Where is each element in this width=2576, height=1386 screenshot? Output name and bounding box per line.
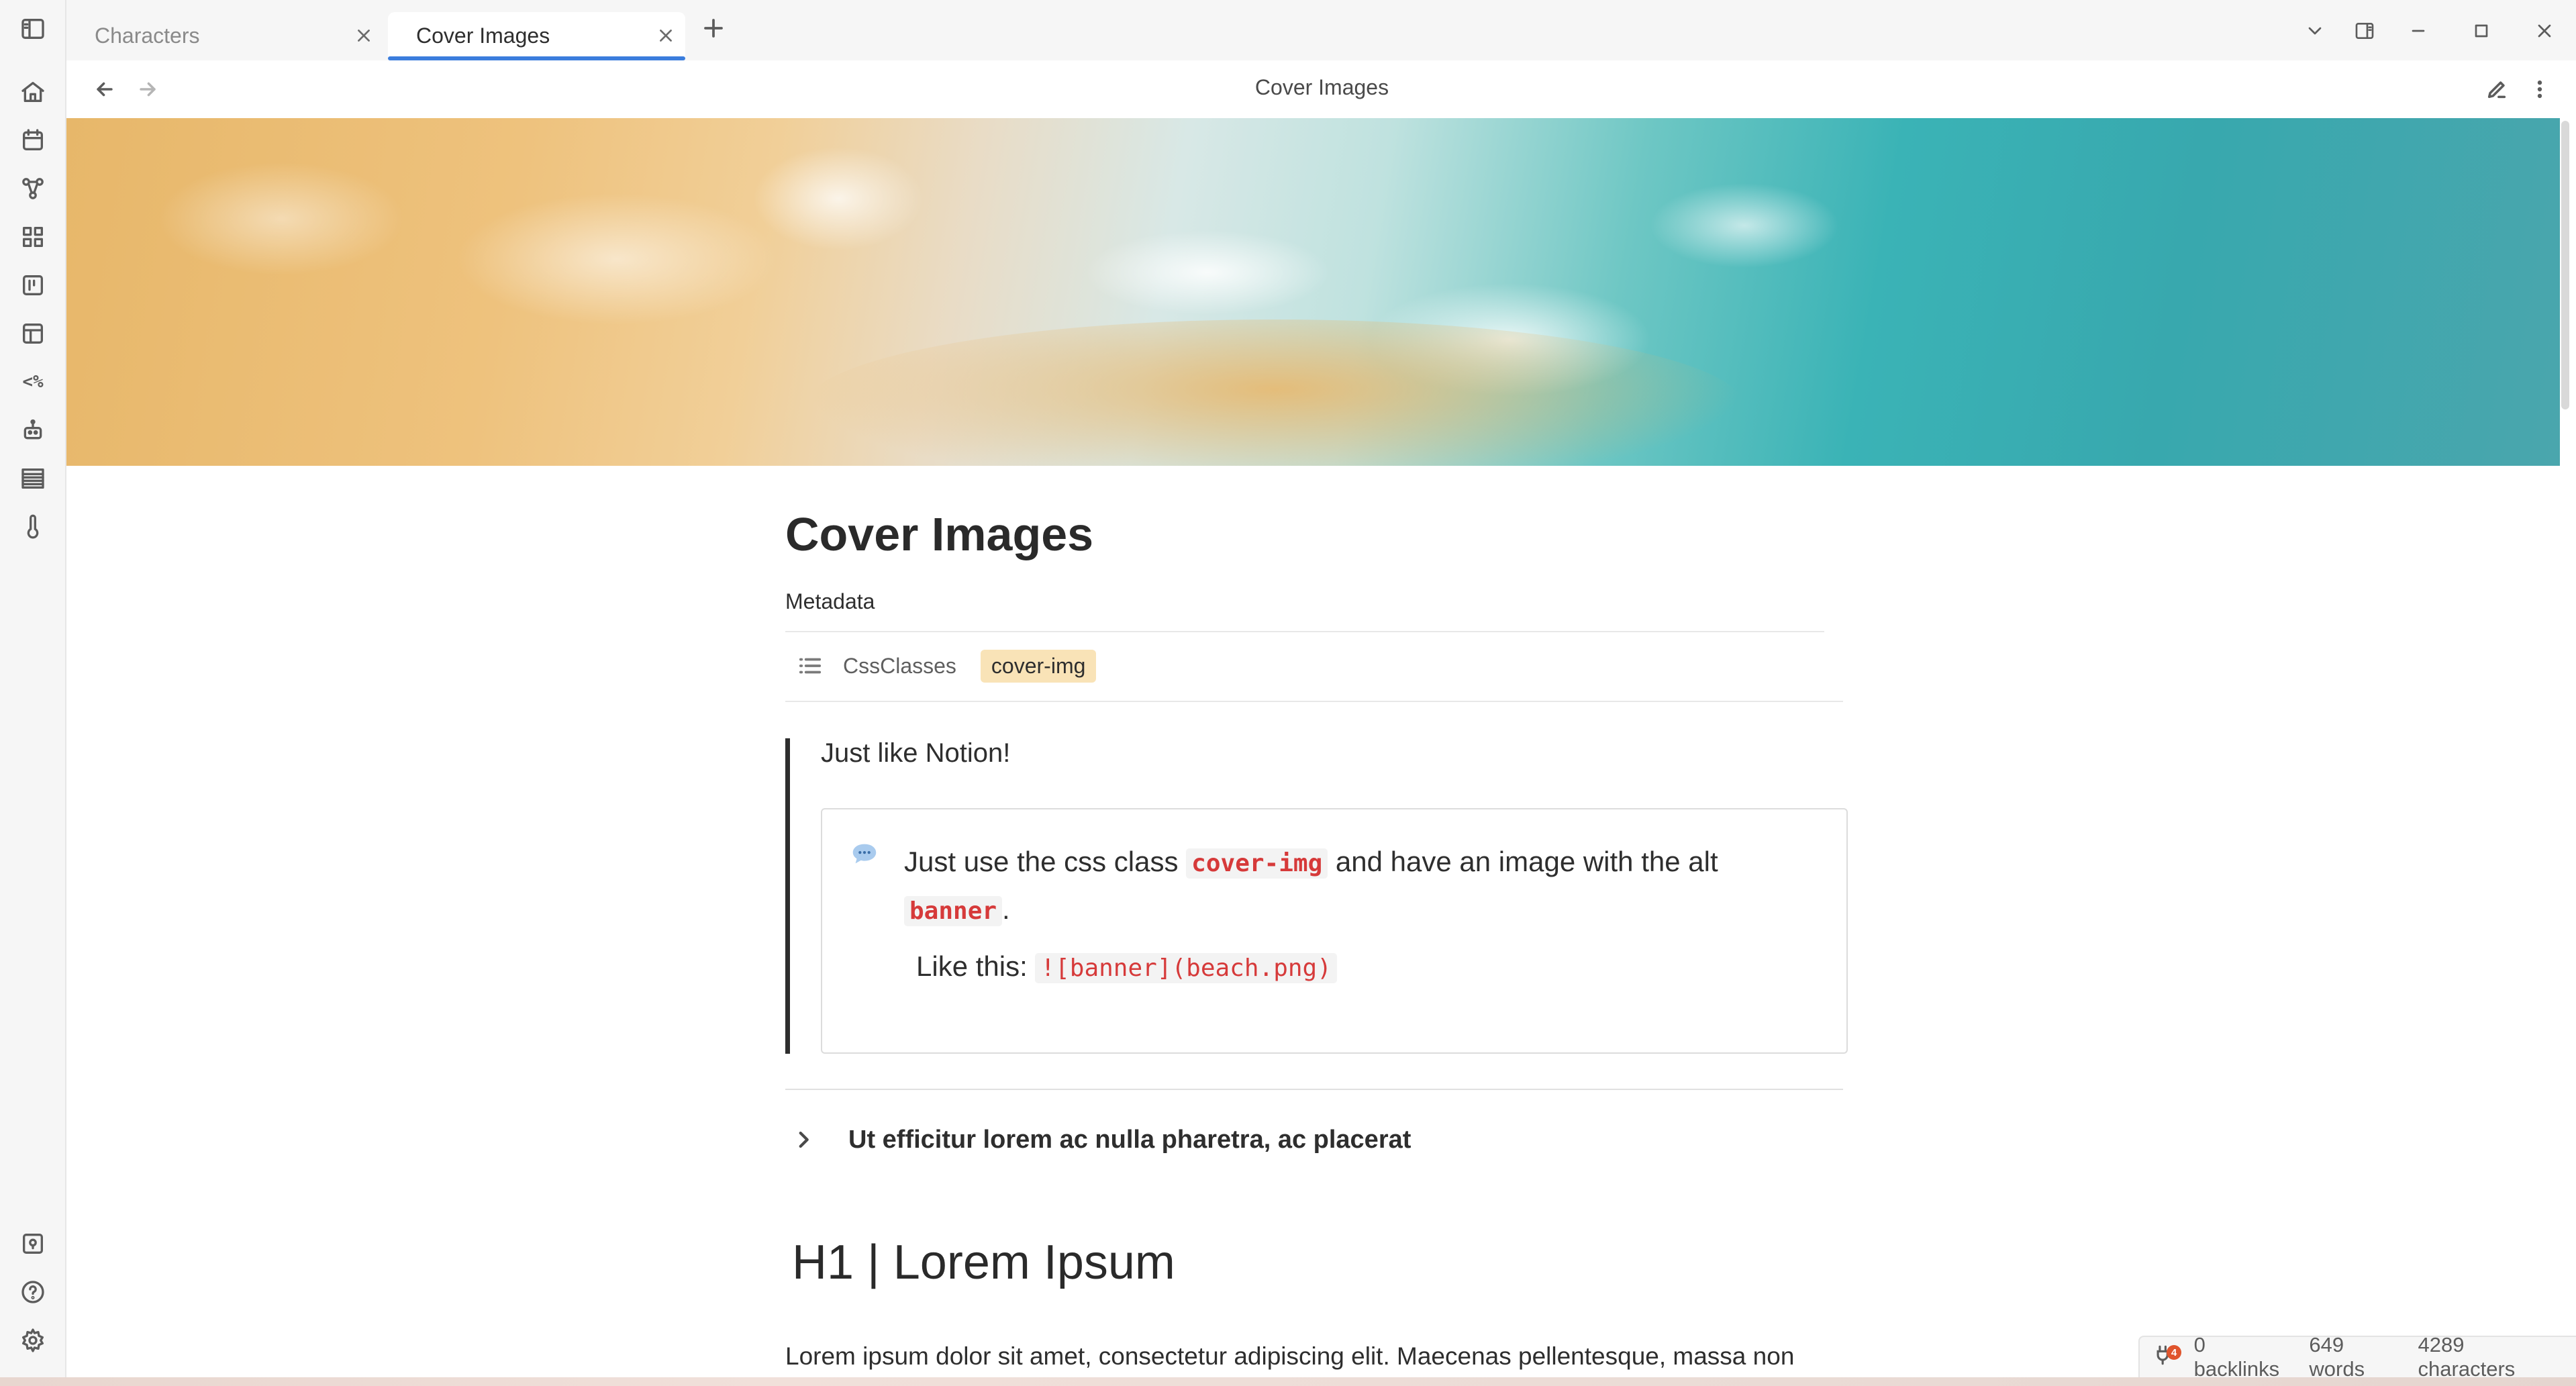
edit-icon[interactable]	[2480, 72, 2514, 106]
close-icon[interactable]	[354, 26, 374, 46]
cover-banner-image	[66, 118, 2560, 466]
robot-icon[interactable]	[15, 412, 51, 448]
maximize-icon[interactable]	[2467, 16, 2496, 46]
collapsible-heading[interactable]: Ut efficitur lorem ac nulla pharetra, ac…	[792, 1120, 1411, 1160]
kanban-icon[interactable]	[15, 267, 51, 303]
more-options-icon[interactable]	[2523, 72, 2557, 106]
home-icon[interactable]	[15, 74, 51, 110]
list-icon	[799, 658, 822, 674]
callout-text-before: Just use the css class	[904, 846, 1187, 877]
help-icon[interactable]	[15, 1274, 51, 1310]
right-sidebar-toggle-icon[interactable]	[2350, 16, 2379, 46]
page-title: Cover Images	[785, 508, 1094, 560]
templater-icon[interactable]: <%	[15, 364, 51, 400]
calendar-icon[interactable]	[15, 122, 51, 158]
scrollbar[interactable]	[2561, 121, 2569, 409]
minimize-icon[interactable]	[2404, 16, 2433, 46]
chevron-right-icon[interactable]	[792, 1128, 815, 1151]
grid-icon[interactable]	[15, 219, 51, 255]
settings-icon[interactable]	[15, 1322, 51, 1358]
callout-text: Just use the css class cover-img and hav…	[904, 839, 1817, 934]
inline-code: banner	[904, 896, 1003, 926]
character-count: 4289 characters	[2418, 1333, 2516, 1381]
layout-icon[interactable]	[15, 315, 51, 352]
backlinks-count[interactable]: 0 backlinks	[2194, 1333, 2289, 1381]
status-bar: 4 0 backlinks 649 words 4289 characters	[2138, 1333, 2576, 1381]
plugin-badge: 4	[2167, 1345, 2181, 1360]
new-tab-icon[interactable]	[701, 16, 728, 43]
thermometer-icon[interactable]	[15, 509, 51, 545]
divider	[785, 631, 1824, 632]
window-close-icon[interactable]	[2530, 16, 2559, 46]
inline-code: cover-img	[1186, 848, 1328, 879]
property-row[interactable]: CssClasses cover-img	[797, 646, 1097, 686]
callout-text-middle: and have an image with the alt	[1328, 846, 1718, 877]
quote-text: Just like Notion!	[821, 738, 1011, 768]
left-ribbon: <%	[0, 0, 66, 1377]
plugin-icon[interactable]: 4	[2153, 1344, 2181, 1371]
tab-label: Characters	[95, 23, 200, 48]
vault-icon[interactable]	[15, 1226, 51, 1262]
example-prefix: Like this:	[916, 950, 1036, 982]
taskbar-edge	[0, 1377, 2576, 1386]
callout-example: Like this: ![banner](beach.png)	[916, 950, 1337, 983]
blockquote: Just like Notion! Just use the css class…	[785, 738, 1848, 1054]
banner-sand-shape	[805, 319, 1744, 466]
view-header: Cover Images	[68, 60, 2576, 118]
sidebar-toggle-icon[interactable]	[15, 11, 51, 47]
heading-1: H1 | Lorem Ipsum	[792, 1236, 1175, 1289]
tab-characters[interactable]: Characters	[66, 12, 383, 59]
heading-text: Ut efficitur lorem ac nulla pharetra, ac…	[848, 1125, 1411, 1154]
view-title: Cover Images	[1254, 75, 1389, 99]
chat-bubble-icon	[852, 844, 877, 864]
chevron-down-icon[interactable]	[2300, 16, 2330, 46]
graph-icon[interactable]	[15, 170, 51, 207]
tab-label: Cover Images	[416, 23, 550, 48]
table-icon[interactable]	[15, 460, 51, 497]
inline-code: ![banner](beach.png)	[1035, 953, 1337, 983]
divider	[785, 701, 1843, 702]
metadata-label: Metadata	[785, 589, 875, 613]
callout-text-end: .	[1002, 893, 1010, 925]
property-key[interactable]: CssClasses	[843, 654, 956, 679]
property-value-tag[interactable]: cover-img	[980, 649, 1097, 683]
close-icon[interactable]	[656, 26, 676, 46]
divider	[785, 1089, 1843, 1090]
tab-cover-images[interactable]: Cover Images	[388, 12, 685, 60]
tab-bar: Characters Cover Images	[66, 0, 2576, 60]
paragraph: Lorem ipsum dolor sit amet, consectetur …	[785, 1342, 1795, 1370]
callout: Just use the css class cover-img and hav…	[821, 808, 1848, 1054]
word-count: 649 words	[2309, 1333, 2365, 1381]
